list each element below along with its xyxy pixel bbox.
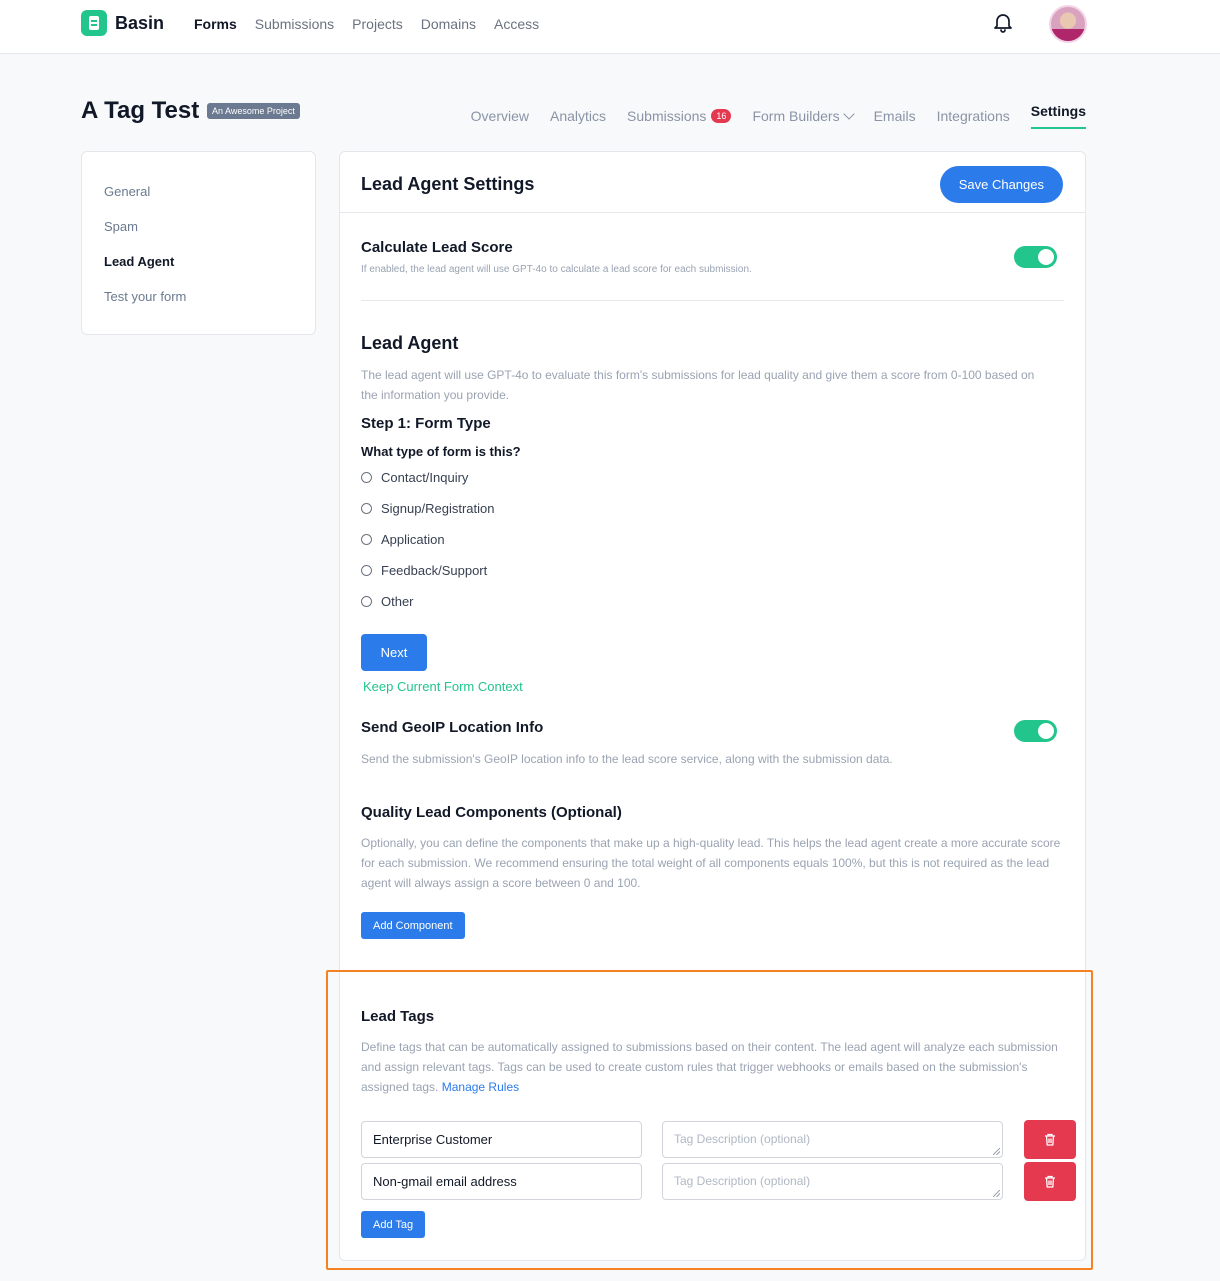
sidebar-item-test-form[interactable]: Test your form: [104, 288, 293, 323]
geoip-toggle[interactable]: [1014, 720, 1057, 742]
tab-integrations-label: Integrations: [936, 108, 1010, 124]
keep-context-link[interactable]: Keep Current Form Context: [363, 679, 523, 694]
form-type-question: What type of form is this?: [361, 444, 521, 459]
toggle-knob: [1038, 723, 1054, 739]
delete-tag-button[interactable]: [1024, 1162, 1076, 1201]
nav-forms[interactable]: Forms: [194, 16, 237, 32]
add-tag-button[interactable]: Add Tag: [361, 1211, 426, 1238]
sidebar-item-lead-agent[interactable]: Lead Agent: [104, 253, 293, 288]
save-changes-button[interactable]: Save Changes: [939, 166, 1063, 203]
chevron-down-icon: [842, 108, 855, 120]
radio-feedback-support[interactable]: Feedback/Support: [361, 555, 494, 586]
tab-settings[interactable]: Settings: [1030, 103, 1086, 129]
sidebar-item-general[interactable]: General: [104, 183, 293, 218]
nav-domains[interactable]: Domains: [421, 16, 476, 32]
bell-icon[interactable]: [991, 10, 1015, 34]
brand-name: Basin: [115, 12, 165, 33]
tab-settings-label: Settings: [1030, 103, 1086, 119]
divider: [361, 300, 1064, 301]
project-tabs: Overview Analytics Submissions 16 Form B…: [471, 103, 1086, 129]
main-nav: Forms Submissions Projects Domains Acces…: [194, 16, 539, 32]
trash-icon: [1045, 1133, 1055, 1146]
sidebar-item-spam[interactable]: Spam: [104, 218, 293, 253]
tab-form-builders[interactable]: Form Builders: [752, 103, 855, 129]
tab-analytics[interactable]: Analytics: [550, 103, 606, 129]
calc-score-title: Calculate Lead Score: [361, 239, 513, 256]
radio-contact-inquiry[interactable]: Contact/Inquiry: [361, 462, 494, 493]
lead-agent-settings-card: Lead Agent Settings Save Changes Calcula…: [339, 151, 1086, 1261]
option-label: Other: [381, 594, 414, 609]
components-description: Optionally, you can define the component…: [361, 836, 1061, 890]
submissions-count-badge: 16: [711, 109, 732, 123]
lead-agent-title: Lead Agent: [361, 333, 459, 353]
nav-projects[interactable]: Projects: [352, 16, 403, 32]
tab-submissions[interactable]: Submissions 16: [627, 103, 732, 129]
geoip-description: Send the submission's GeoIP location inf…: [361, 752, 893, 766]
tag-name-input[interactable]: Enterprise Customer: [361, 1121, 642, 1158]
brand-logo[interactable]: Basin: [81, 10, 164, 36]
radio-circle: [361, 472, 372, 483]
radio-circle: [361, 596, 372, 607]
radio-circle: [361, 565, 372, 576]
components-title: Quality Lead Components (Optional): [361, 804, 622, 821]
calc-score-description: If enabled, the lead agent will use GPT-…: [361, 264, 752, 275]
radio-other[interactable]: Other: [361, 586, 494, 617]
radio-circle: [361, 534, 372, 545]
card-header: Lead Agent Settings Save Changes: [340, 152, 1085, 213]
option-label: Application: [381, 532, 445, 547]
toggle-knob: [1038, 249, 1054, 265]
geoip-title: Send GeoIP Location Info: [361, 719, 544, 736]
option-label: Contact/Inquiry: [381, 470, 469, 485]
radio-signup-registration[interactable]: Signup/Registration: [361, 493, 494, 524]
tag-name-input[interactable]: Non-gmail email address: [361, 1163, 642, 1200]
tab-emails-label: Emails: [873, 108, 916, 124]
tag-description-input[interactable]: Tag Description (optional): [662, 1121, 1003, 1158]
form-type-options: Contact/Inquiry Signup/Registration Appl…: [361, 462, 494, 617]
tab-overview-label: Overview: [470, 108, 530, 124]
tab-submissions-label: Submissions: [627, 108, 707, 124]
radio-application[interactable]: Application: [361, 524, 494, 555]
manage-rules-link[interactable]: Manage Rules: [442, 1080, 519, 1094]
lead-agent-description: The lead agent will use GPT-4o to evalua…: [361, 368, 1035, 402]
delete-tag-button[interactable]: [1024, 1120, 1076, 1159]
nav-submissions[interactable]: Submissions: [255, 16, 334, 32]
card-title: Lead Agent Settings: [361, 174, 535, 194]
next-button[interactable]: Next: [361, 634, 427, 671]
project-badge: An Awesome Project: [207, 103, 300, 119]
tab-emails[interactable]: Emails: [874, 103, 916, 129]
nav-access[interactable]: Access: [494, 16, 539, 32]
settings-sidebar: General Spam Lead Agent Test your form: [81, 151, 316, 335]
top-navbar: Basin Forms Submissions Projects Domains…: [0, 0, 1220, 54]
option-label: Feedback/Support: [381, 563, 488, 578]
tab-analytics-label: Analytics: [550, 108, 607, 124]
lead-tags-description: Define tags that can be automatically as…: [361, 1037, 1066, 1097]
tab-integrations[interactable]: Integrations: [937, 103, 1010, 129]
trash-icon: [1045, 1175, 1055, 1188]
calc-score-toggle[interactable]: [1014, 246, 1057, 268]
basin-logo-icon: [81, 10, 107, 36]
radio-circle: [361, 503, 372, 514]
tab-form-builders-label: Form Builders: [752, 108, 840, 124]
add-component-button[interactable]: Add Component: [361, 912, 465, 939]
tab-overview[interactable]: Overview: [471, 103, 529, 129]
option-label: Signup/Registration: [381, 501, 495, 516]
step-title: Step 1: Form Type: [361, 415, 491, 432]
tag-description-input[interactable]: Tag Description (optional): [662, 1163, 1003, 1200]
lead-tags-title: Lead Tags: [361, 1008, 435, 1025]
user-avatar[interactable]: [1049, 5, 1087, 43]
project-title: A Tag Test: [81, 97, 200, 124]
